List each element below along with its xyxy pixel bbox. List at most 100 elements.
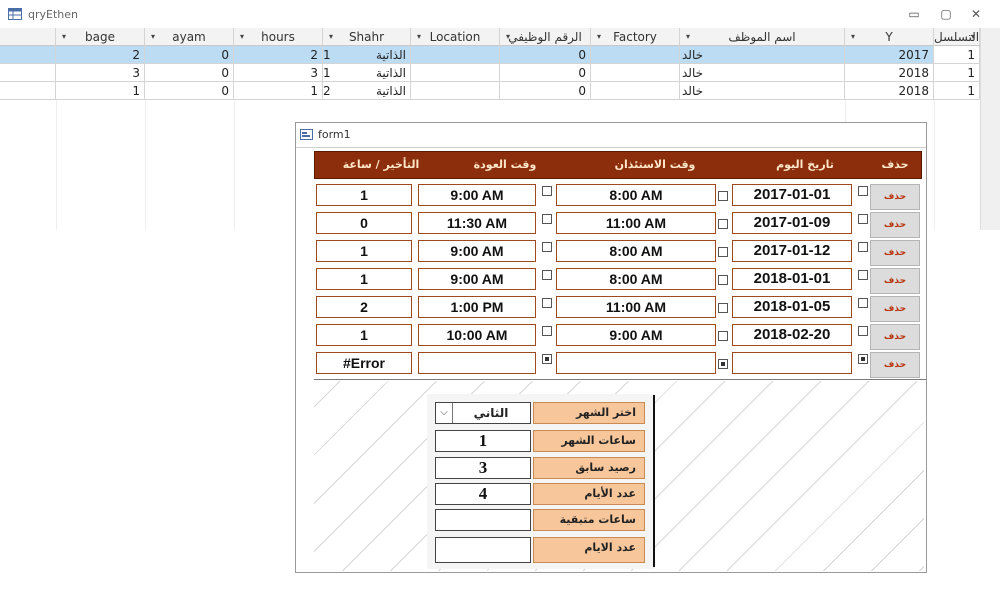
leave-time-field[interactable]: 8:00 AM (556, 240, 716, 262)
date-checkbox[interactable] (858, 214, 868, 224)
return-checkbox[interactable] (542, 214, 552, 224)
date-checkbox[interactable] (858, 186, 868, 196)
delete-button[interactable]: حذف (870, 212, 920, 238)
dropdown-arrow-icon[interactable]: ▾ (240, 28, 244, 45)
delete-button[interactable]: حذف (870, 268, 920, 294)
cell-employee-name[interactable]: خالد (680, 82, 845, 100)
minimize-icon[interactable]: ▭ (904, 6, 924, 22)
return-time-field[interactable] (418, 352, 536, 374)
leave-time-field[interactable]: 8:00 AM (556, 268, 716, 290)
dropdown-arrow-icon[interactable]: ▾ (62, 28, 66, 45)
cell-ayam[interactable]: 0 (145, 64, 234, 82)
delay-field[interactable]: 1 (316, 240, 412, 262)
dropdown-arrow-icon[interactable]: ▾ (971, 28, 975, 45)
leave-checkbox[interactable] (718, 219, 728, 229)
column-header-employee-name[interactable]: ▾ اسم الموظف (680, 28, 845, 46)
month-select-value[interactable]: الثاني (456, 403, 526, 423)
return-time-field[interactable]: 1:00 PM (418, 296, 536, 318)
cell-shahr-location[interactable]: الذاتية 1 (323, 46, 411, 64)
date-field[interactable]: 2017-01-01 (732, 184, 852, 206)
cell-shahr[interactable]: 1 (323, 64, 410, 81)
date-checkbox[interactable] (858, 354, 868, 364)
row-selector[interactable] (0, 64, 56, 82)
return-checkbox[interactable] (542, 354, 552, 364)
cell-employee-number[interactable]: 0 (500, 46, 591, 64)
cell-factory[interactable] (591, 46, 680, 64)
cell-shahr-location[interactable]: الذاتية 1 (323, 64, 411, 82)
date-checkbox[interactable] (858, 242, 868, 252)
return-time-field[interactable]: 9:00 AM (418, 268, 536, 290)
date-field[interactable] (732, 352, 852, 374)
cell-employee-number[interactable]: 0 (500, 64, 591, 82)
date-field[interactable]: 2017-01-09 (732, 212, 852, 234)
vertical-scrollbar[interactable] (980, 28, 1000, 230)
date-checkbox[interactable] (858, 298, 868, 308)
cell-y[interactable]: 2018 (845, 64, 934, 82)
cell-shahr-location[interactable]: الذاتية 2 (323, 82, 411, 100)
return-time-field[interactable]: 11:30 AM (418, 212, 536, 234)
return-checkbox[interactable] (542, 242, 552, 252)
cell-hours[interactable]: 2 (234, 46, 323, 64)
return-checkbox[interactable] (542, 270, 552, 280)
remaining-hours-field[interactable] (435, 509, 531, 531)
leave-checkbox[interactable] (718, 303, 728, 313)
cell-empty[interactable] (411, 82, 500, 100)
cell-shahr[interactable]: 2 (323, 82, 410, 99)
dropdown-arrow-icon[interactable]: ▾ (506, 28, 510, 45)
delete-button[interactable]: حذف (870, 352, 920, 378)
dropdown-arrow-icon[interactable]: ▾ (686, 28, 690, 45)
cell-serial[interactable]: 1 (934, 46, 980, 64)
cell-y[interactable]: 2018 (845, 82, 934, 100)
cell-hours[interactable]: 3 (234, 64, 323, 82)
cell-employee-name[interactable]: خالد (680, 64, 845, 82)
column-header-serial[interactable]: ▾ التسلسل (934, 28, 980, 46)
column-header-hours[interactable]: ▾ hours (234, 28, 323, 46)
delete-button[interactable]: حذف (870, 240, 920, 266)
column-header-shahr[interactable]: ▾ Shahr (323, 28, 411, 46)
cell-factory[interactable] (591, 64, 680, 82)
leave-checkbox[interactable] (718, 275, 728, 285)
column-header-bage[interactable]: ▾ bage (56, 28, 145, 46)
dropdown-arrow-icon[interactable]: ▾ (851, 28, 855, 45)
cell-ayam[interactable]: 0 (145, 82, 234, 100)
leave-time-field[interactable] (556, 352, 716, 374)
row-selector[interactable] (0, 82, 56, 100)
date-field[interactable]: 2017-01-12 (732, 240, 852, 262)
leave-time-field[interactable]: 9:00 AM (556, 324, 716, 346)
leave-checkbox[interactable] (718, 331, 728, 341)
delay-field[interactable]: 2 (316, 296, 412, 318)
return-checkbox[interactable] (542, 186, 552, 196)
delete-button[interactable]: حذف (870, 324, 920, 350)
return-checkbox[interactable] (542, 298, 552, 308)
row-selector[interactable] (0, 46, 56, 64)
dropdown-arrow-icon[interactable]: ▾ (151, 28, 155, 45)
cell-employee-number[interactable]: 0 (500, 82, 591, 100)
cell-hours[interactable]: 1 (234, 82, 323, 100)
return-time-field[interactable]: 9:00 AM (418, 184, 536, 206)
cell-shahr[interactable]: 1 (323, 46, 410, 63)
leave-checkbox[interactable] (718, 191, 728, 201)
cell-bage[interactable]: 2 (56, 46, 145, 64)
column-header-factory[interactable]: ▾ Factory (591, 28, 680, 46)
leave-checkbox[interactable] (718, 359, 728, 369)
cell-employee-name[interactable]: خالد (680, 46, 845, 64)
column-header-y[interactable]: ▾ Y (845, 28, 934, 46)
delay-field[interactable]: 0 (316, 212, 412, 234)
cell-bage[interactable]: 3 (56, 64, 145, 82)
column-header-ayam[interactable]: ▾ ayam (145, 28, 234, 46)
close-icon[interactable]: ✕ (966, 6, 986, 22)
delay-field[interactable]: 1 (316, 324, 412, 346)
return-time-field[interactable]: 9:00 AM (418, 240, 536, 262)
delay-field[interactable]: #Error (316, 352, 412, 374)
restore-icon[interactable]: ▢ (936, 6, 956, 22)
cell-empty[interactable] (411, 64, 500, 82)
row-selector-header[interactable] (0, 28, 56, 46)
days-count-field[interactable]: 4 (435, 483, 531, 505)
leave-time-field[interactable]: 11:00 AM (556, 212, 716, 234)
previous-balance-field[interactable]: 3 (435, 457, 531, 479)
return-time-field[interactable]: 10:00 AM (418, 324, 536, 346)
dropdown-arrow-icon[interactable]: ▾ (417, 28, 421, 45)
cell-y[interactable]: 2017 (845, 46, 934, 64)
month-select[interactable]: ⌵ الثاني (435, 402, 531, 424)
chevron-down-icon[interactable]: ⌵ (436, 403, 453, 423)
